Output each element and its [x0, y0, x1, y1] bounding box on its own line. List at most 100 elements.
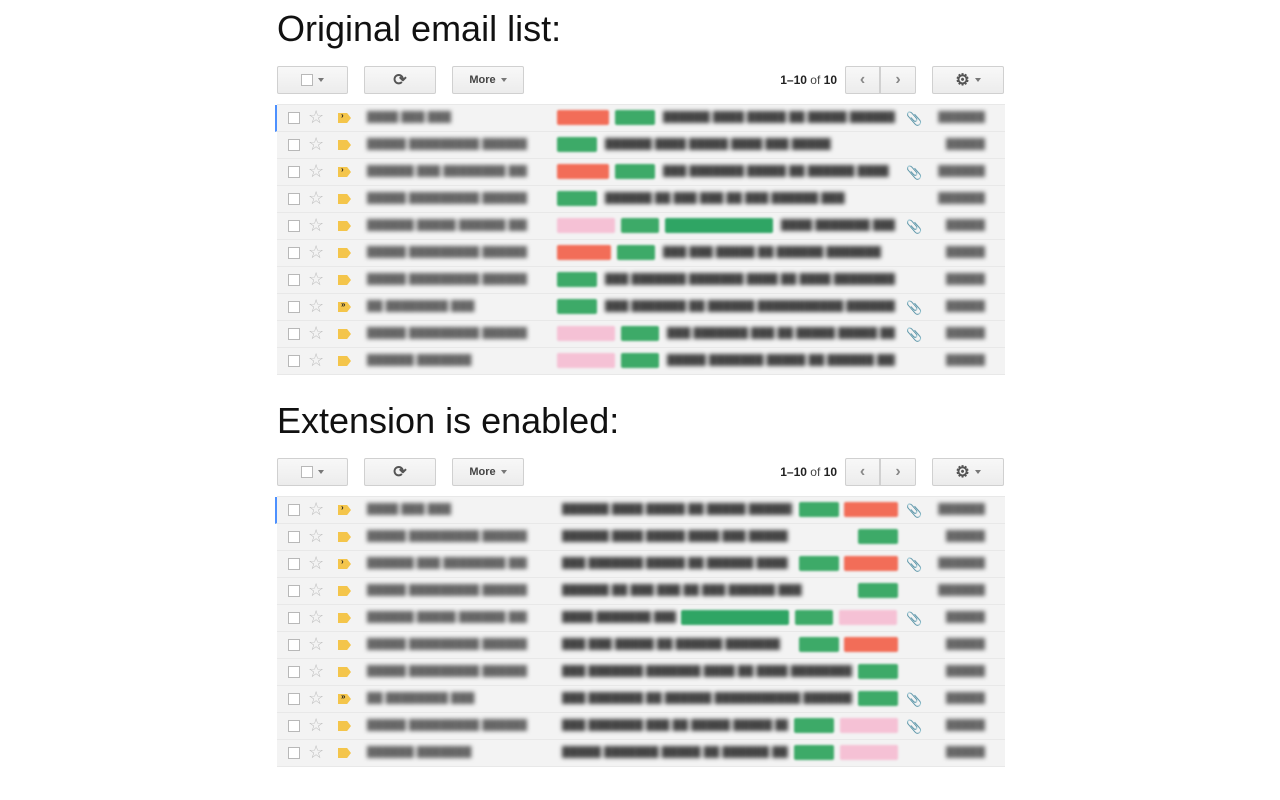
email-row[interactable]: ☆ █████ █████████ ████████ ███ ███████ █…: [277, 267, 1005, 294]
star-icon[interactable]: ☆: [308, 526, 324, 546]
row-checkbox[interactable]: [288, 220, 300, 232]
sender-blurred: █████ █████████ ████████: [367, 192, 527, 204]
row-checkbox[interactable]: [288, 720, 300, 732]
star-icon[interactable]: ☆: [308, 242, 324, 262]
importance-marker-icon[interactable]: [338, 248, 351, 258]
importance-marker-icon[interactable]: [338, 532, 351, 542]
row-checkbox[interactable]: [288, 666, 300, 678]
row-checkbox[interactable]: [288, 747, 300, 759]
sender-blurred: ██████ █████ ██████ ███: [367, 611, 527, 623]
select-checkbox[interactable]: [301, 466, 313, 478]
email-row[interactable]: ☆ █████ █████████ ████████ ██████ ████ █…: [277, 524, 1005, 551]
importance-marker-icon[interactable]: [338, 613, 351, 623]
email-row[interactable]: ☆ » ██ ████████ ███ ███ ███████ ██ ██████…: [277, 294, 1005, 321]
email-row[interactable]: ☆ ██████ ███████ █████ ███████ █████ ██ …: [277, 740, 1005, 767]
importance-marker-icon[interactable]: [338, 586, 351, 596]
more-button[interactable]: More: [452, 458, 524, 486]
star-icon[interactable]: ☆: [308, 634, 324, 654]
row-checkbox[interactable]: [288, 531, 300, 543]
star-icon[interactable]: ☆: [308, 688, 324, 708]
label-chip: [621, 326, 659, 341]
star-icon[interactable]: ☆: [308, 661, 324, 681]
star-icon[interactable]: ☆: [308, 296, 324, 316]
refresh-button[interactable]: ⟳: [364, 458, 436, 486]
row-checkbox[interactable]: [288, 139, 300, 151]
subject-blurred: █████ ███████ █████ ██ ██████ ████: [667, 354, 895, 366]
email-row[interactable]: ☆ █████ █████████ ████████ ██████ ██ ███…: [277, 186, 1005, 213]
row-checkbox[interactable]: [288, 247, 300, 259]
importance-marker-icon[interactable]: [338, 275, 351, 285]
prev-page-button[interactable]: ‹: [845, 66, 880, 94]
star-icon[interactable]: ☆: [308, 350, 324, 370]
refresh-button[interactable]: ⟳: [364, 66, 436, 94]
star-icon[interactable]: ☆: [308, 161, 324, 181]
star-icon[interactable]: ☆: [308, 215, 324, 235]
paperclip-icon: 📎: [906, 557, 923, 572]
star-icon[interactable]: ☆: [308, 323, 324, 343]
email-row[interactable]: ☆ █████ █████████ ████████ ███ ███████ █…: [277, 713, 1005, 740]
email-row[interactable]: ☆ █████ █████████ ████████ ██████ ██ ███…: [277, 578, 1005, 605]
importance-marker-icon[interactable]: [338, 194, 351, 204]
importance-marker-icon[interactable]: ›: [338, 505, 351, 515]
row-checkbox[interactable]: [288, 274, 300, 286]
more-button[interactable]: More: [452, 66, 524, 94]
email-row[interactable]: ☆ › ████ ███ ███ ██████ ████ █████ ██ ███…: [275, 497, 1005, 524]
settings-button[interactable]: ⚙: [932, 458, 1004, 486]
importance-marker-icon[interactable]: »: [338, 694, 351, 704]
star-icon[interactable]: ☆: [308, 715, 324, 735]
email-row[interactable]: ☆ › ██████ ███ ████████ ████ ███ ███████ …: [277, 159, 1005, 186]
importance-marker-icon[interactable]: »: [338, 302, 351, 312]
star-icon[interactable]: ☆: [308, 107, 324, 127]
row-checkbox[interactable]: [288, 112, 300, 124]
star-icon[interactable]: ☆: [308, 580, 324, 600]
row-checkbox[interactable]: [288, 612, 300, 624]
row-checkbox[interactable]: [288, 355, 300, 367]
email-row[interactable]: ☆ █████ █████████ ████████ ███ ███ █████…: [277, 632, 1005, 659]
prev-page-button[interactable]: ‹: [845, 458, 880, 486]
importance-marker-icon[interactable]: ›: [338, 167, 351, 177]
label-chip: [794, 718, 834, 733]
row-checkbox[interactable]: [288, 504, 300, 516]
importance-marker-icon[interactable]: [338, 748, 351, 758]
importance-marker-icon[interactable]: ›: [338, 113, 351, 123]
row-checkbox[interactable]: [288, 301, 300, 313]
email-row[interactable]: ☆ ██████ ███████ █████ ███████ █████ ██ …: [277, 348, 1005, 375]
row-checkbox[interactable]: [288, 693, 300, 705]
star-icon[interactable]: ☆: [308, 269, 324, 289]
row-checkbox[interactable]: [288, 166, 300, 178]
star-icon[interactable]: ☆: [308, 134, 324, 154]
email-row[interactable]: ☆ ██████ █████ ██████ ███ ████ ███████ █…: [277, 213, 1005, 240]
importance-marker-icon[interactable]: ›: [338, 559, 351, 569]
email-row[interactable]: ☆ █████ █████████ ████████ ███ ███ █████…: [277, 240, 1005, 267]
importance-marker-icon[interactable]: [338, 721, 351, 731]
email-row[interactable]: ☆ › ████ ███ ███ ██████ ████ █████ ██ ███…: [275, 105, 1005, 132]
star-icon[interactable]: ☆: [308, 607, 324, 627]
email-row[interactable]: ☆ ██████ █████ ██████ ███ ████ ███████ █…: [277, 605, 1005, 632]
importance-marker-icon[interactable]: [338, 667, 351, 677]
importance-marker-icon[interactable]: [338, 221, 351, 231]
email-row[interactable]: ☆ › ██████ ███ ████████ ████ ███ ███████ …: [277, 551, 1005, 578]
email-row[interactable]: ☆ █████ █████████ ████████ ███ ███████ █…: [277, 659, 1005, 686]
importance-marker-icon[interactable]: [338, 329, 351, 339]
row-checkbox[interactable]: [288, 585, 300, 597]
importance-marker-icon[interactable]: [338, 356, 351, 366]
row-checkbox[interactable]: [288, 558, 300, 570]
row-checkbox[interactable]: [288, 639, 300, 651]
settings-button[interactable]: ⚙: [932, 66, 1004, 94]
next-page-button[interactable]: ›: [880, 66, 916, 94]
row-checkbox[interactable]: [288, 193, 300, 205]
star-icon[interactable]: ☆: [308, 553, 324, 573]
email-row[interactable]: ☆ » ██ ████████ ███ ███ ███████ ██ ██████…: [277, 686, 1005, 713]
row-checkbox[interactable]: [288, 328, 300, 340]
importance-marker-icon[interactable]: [338, 640, 351, 650]
star-icon[interactable]: ☆: [308, 188, 324, 208]
select-all-button[interactable]: [277, 66, 348, 94]
email-row[interactable]: ☆ █████ █████████ ████████ ██████ ████ █…: [277, 132, 1005, 159]
star-icon[interactable]: ☆: [308, 742, 324, 762]
select-all-button[interactable]: [277, 458, 348, 486]
importance-marker-icon[interactable]: [338, 140, 351, 150]
select-checkbox[interactable]: [301, 74, 313, 86]
star-icon[interactable]: ☆: [308, 499, 324, 519]
email-row[interactable]: ☆ █████ █████████ ████████ ███ ███████ █…: [277, 321, 1005, 348]
next-page-button[interactable]: ›: [880, 458, 916, 486]
